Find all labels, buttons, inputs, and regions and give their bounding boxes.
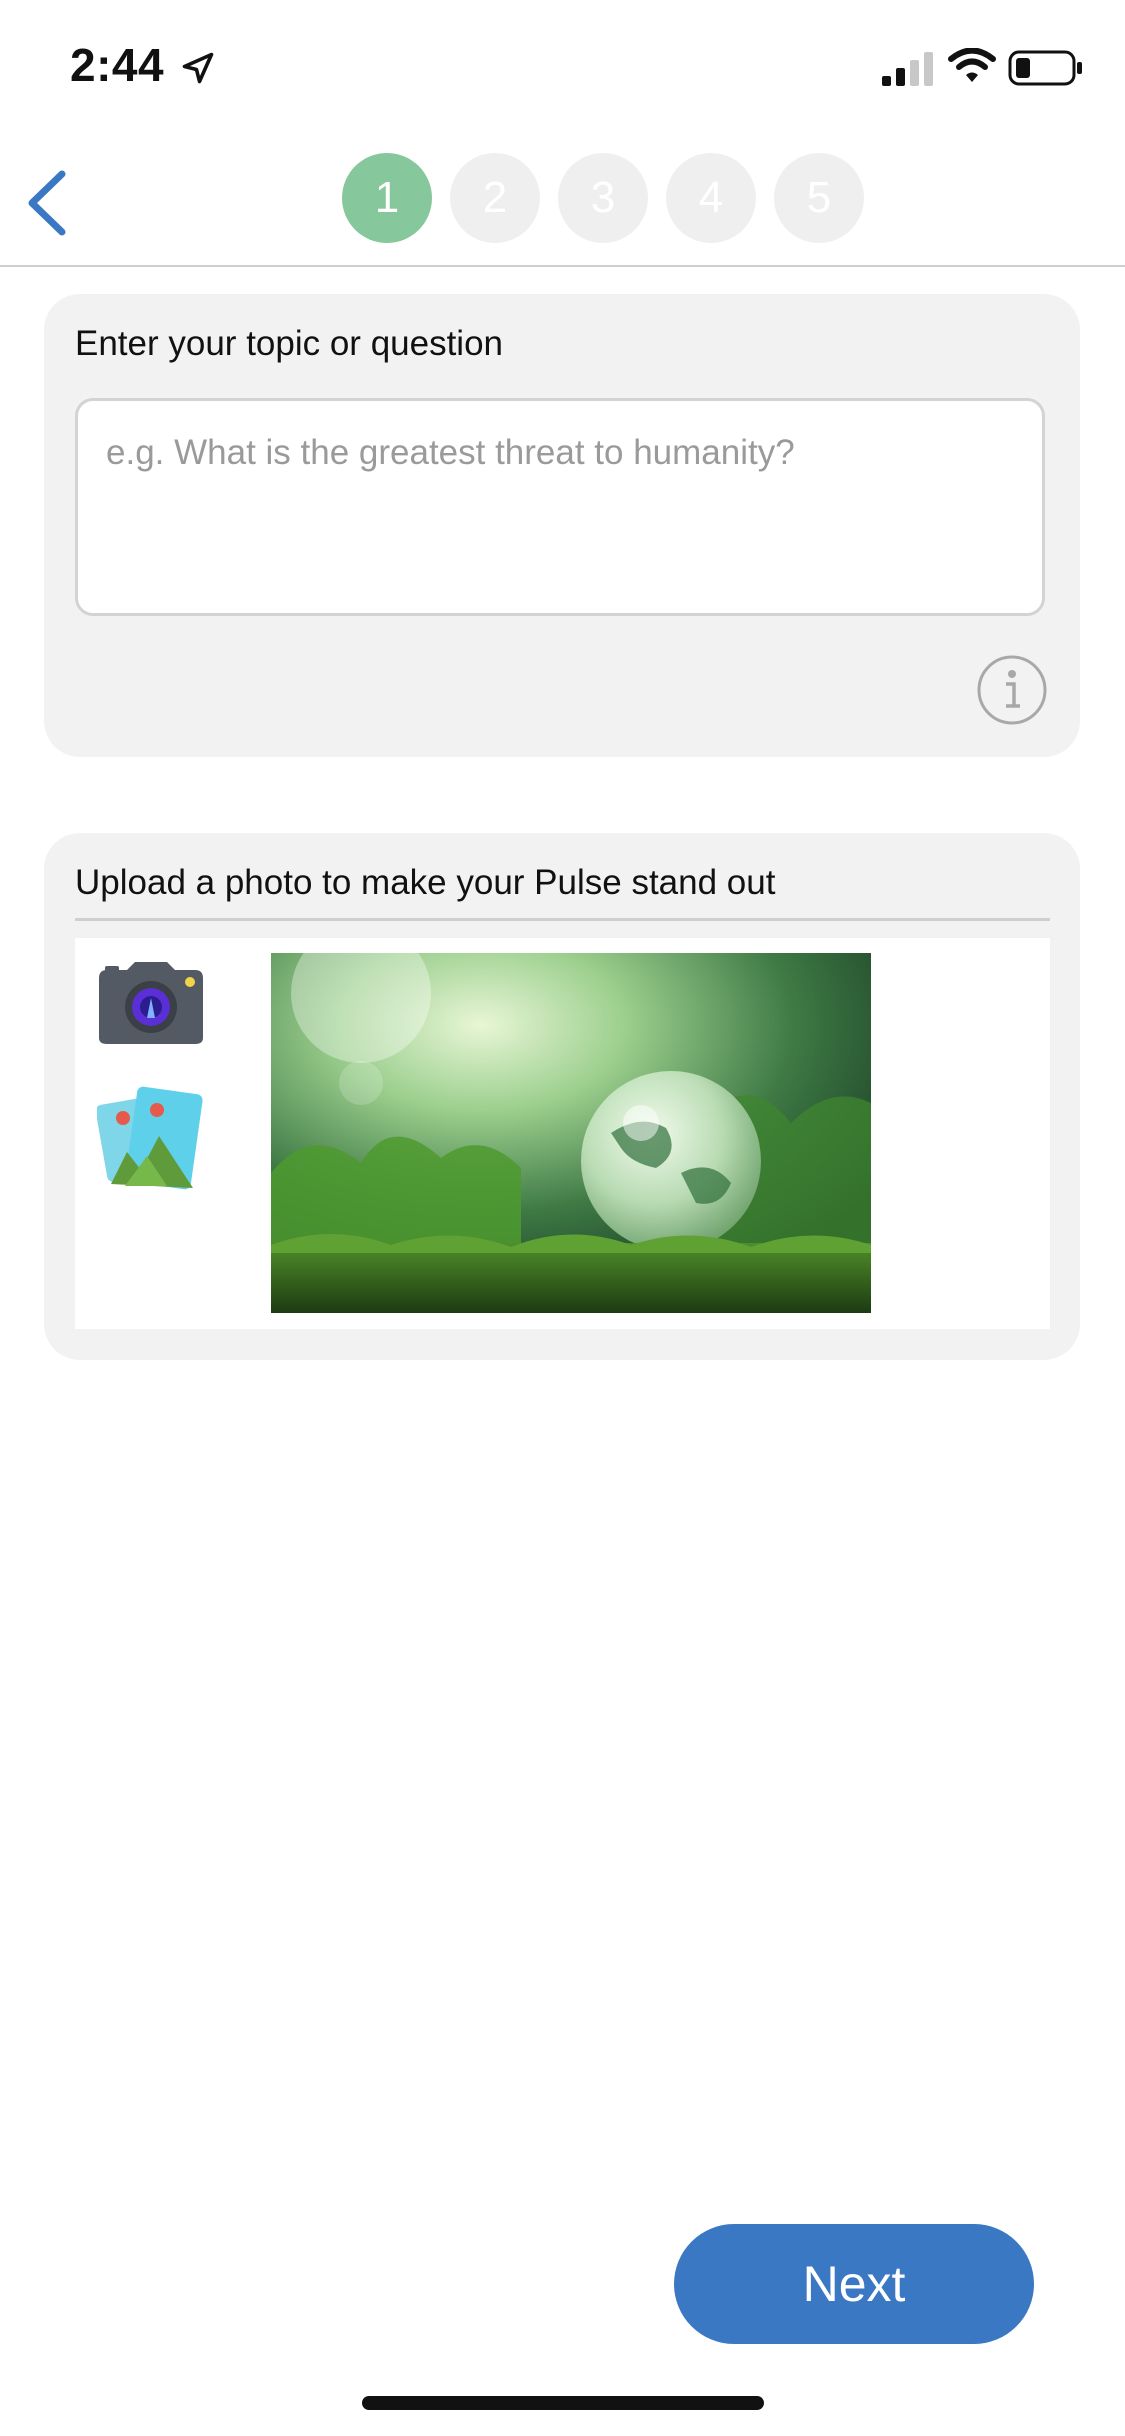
divider [75,918,1050,921]
cellular-signal-icon [882,52,933,86]
nav-bar: 1 2 3 4 5 [0,130,1125,267]
step-2[interactable]: 2 [450,153,540,243]
wifi-icon [948,48,996,82]
photo-card: Upload a photo to make your Pulse stand … [44,833,1080,1360]
step-indicator: 1 2 3 4 5 [342,153,864,243]
globe-in-moss-image [271,953,871,1313]
photo-gallery-icon[interactable] [97,1086,205,1194]
step-1[interactable]: 1 [342,153,432,243]
next-button[interactable]: Next [674,2224,1034,2344]
chevron-left-icon[interactable] [22,168,72,238]
camera-icon[interactable] [97,960,205,1046]
topic-input[interactable] [75,398,1045,616]
info-icon[interactable] [976,654,1048,726]
home-indicator [362,2396,764,2410]
status-time: 2:44 [70,39,165,91]
photo-label: Upload a photo to make your Pulse stand … [75,863,776,902]
step-4[interactable]: 4 [666,153,756,243]
status-bar: 2:44 [0,0,1125,130]
location-arrow-icon [182,52,214,84]
upload-panel [75,938,1050,1329]
step-3[interactable]: 3 [558,153,648,243]
step-5[interactable]: 5 [774,153,864,243]
topic-card: Enter your topic or question [44,294,1080,757]
topic-label: Enter your topic or question [75,324,504,363]
battery-icon [1008,50,1082,86]
